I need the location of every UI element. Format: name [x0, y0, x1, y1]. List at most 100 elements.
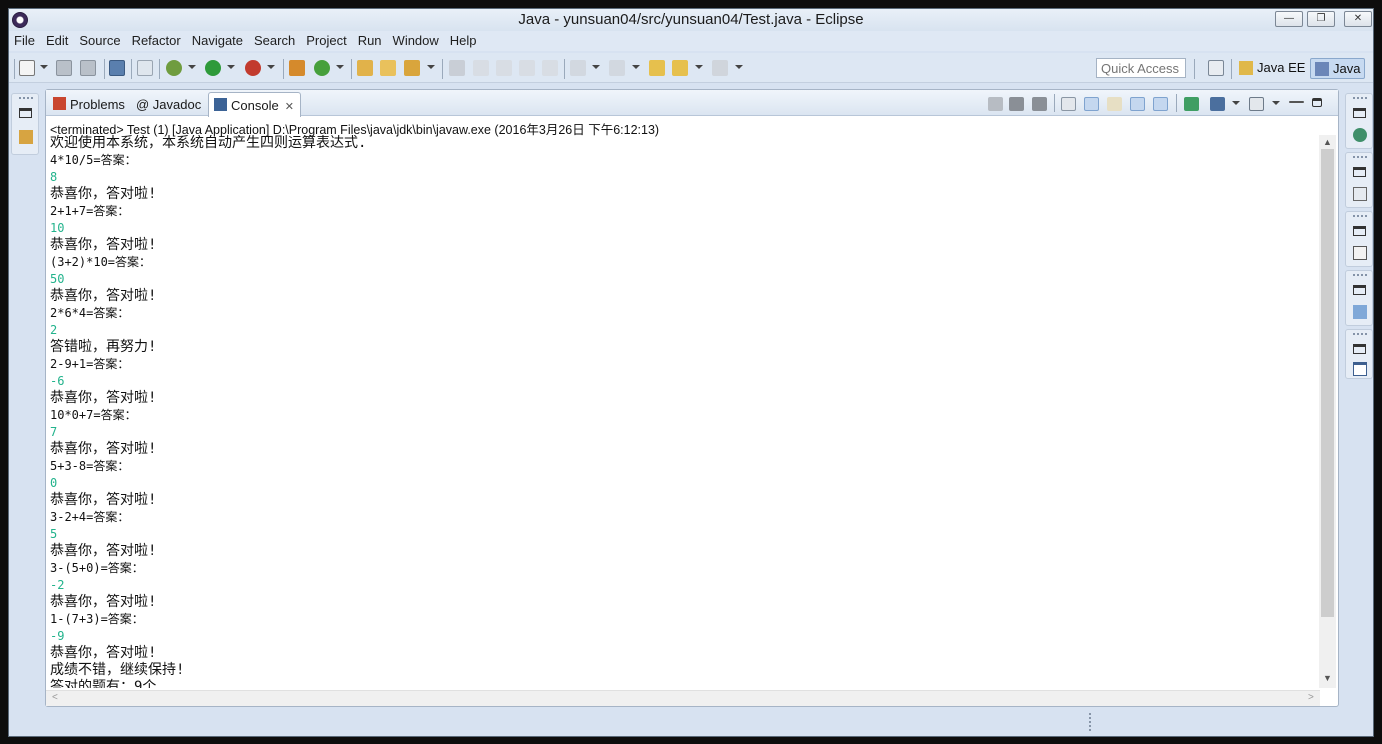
- last-edit-location-icon[interactable]: [649, 60, 665, 76]
- new-class-dropdown-icon[interactable]: [336, 65, 344, 69]
- new-java-project-icon[interactable]: [289, 60, 305, 76]
- terminal-icon[interactable]: [109, 60, 125, 76]
- task-list-icon[interactable]: [1353, 128, 1367, 142]
- display-console-dropdown-icon[interactable]: [1232, 101, 1240, 105]
- word-wrap-console-icon[interactable]: [1107, 97, 1122, 111]
- menu-window[interactable]: Window: [388, 31, 445, 48]
- trim-grip[interactable]: [1353, 333, 1367, 335]
- restore-icon[interactable]: [1353, 167, 1366, 177]
- block-selection-icon[interactable]: [496, 60, 512, 76]
- close-button[interactable]: ✕: [1344, 11, 1372, 27]
- perspective-java[interactable]: Java: [1310, 58, 1366, 79]
- menu-run[interactable]: Run: [353, 31, 388, 48]
- toggle-mark-icon[interactable]: [473, 60, 489, 76]
- forward-dropdown-icon[interactable]: [735, 65, 743, 69]
- restore-icon[interactable]: [1353, 226, 1366, 236]
- scrollbar-thumb[interactable]: [1321, 149, 1334, 617]
- vertical-scrollbar[interactable]: ▲ ▼: [1319, 135, 1336, 688]
- outline-icon[interactable]: [1353, 246, 1367, 260]
- menu-help[interactable]: Help: [445, 31, 483, 48]
- scroll-left-icon[interactable]: <: [52, 692, 58, 703]
- console-output[interactable]: 欢迎使用本系统，本系统自动产生四则运算表达式. 4*10/5=答案： 8 恭喜你，答对…: [50, 135, 1318, 688]
- console-input-line: -6: [50, 374, 65, 388]
- search-view-icon[interactable]: [1353, 187, 1367, 201]
- show-on-stdout-icon[interactable]: [1130, 97, 1145, 111]
- restore-icon[interactable]: [19, 108, 32, 118]
- menu-navigate[interactable]: Navigate: [187, 31, 249, 48]
- skip-breakpoints-icon[interactable]: [137, 60, 153, 76]
- quick-access-input[interactable]: [1096, 58, 1186, 78]
- menu-project[interactable]: Project: [301, 31, 352, 48]
- annotation-icon[interactable]: [449, 60, 465, 76]
- show-on-stderr-icon[interactable]: [1153, 97, 1168, 111]
- package-explorer-icon[interactable]: [19, 130, 33, 144]
- open-folder-icon[interactable]: [380, 60, 396, 76]
- open-type-icon[interactable]: [357, 60, 373, 76]
- debug-icon[interactable]: [166, 60, 182, 76]
- next-annotation-icon[interactable]: [570, 60, 586, 76]
- tab-console[interactable]: Console ✕: [208, 92, 301, 117]
- remove-launch-icon[interactable]: [1009, 97, 1024, 111]
- menu-search[interactable]: Search: [249, 31, 301, 48]
- open-console-icon[interactable]: [1249, 97, 1264, 111]
- scroll-right-icon[interactable]: >: [1308, 692, 1314, 703]
- hierarchy-icon[interactable]: [1353, 305, 1367, 319]
- next-annotation-dropdown-icon[interactable]: [592, 65, 600, 69]
- status-bar-grip[interactable]: [1089, 713, 1091, 731]
- previous-annotation-dropdown-icon[interactable]: [632, 65, 640, 69]
- terminate-icon[interactable]: [988, 97, 1003, 111]
- console-output-line: 2-9+1=答案：: [50, 357, 130, 371]
- new-java-class-icon[interactable]: [314, 60, 330, 76]
- menu-source[interactable]: Source: [74, 31, 126, 48]
- open-perspective-icon[interactable]: [1208, 60, 1224, 76]
- clear-console-icon[interactable]: [1061, 97, 1076, 111]
- new-icon[interactable]: [19, 60, 35, 76]
- minimize-view-icon[interactable]: [1289, 101, 1304, 103]
- display-selected-console-icon[interactable]: [1210, 97, 1225, 111]
- pin-console-icon[interactable]: [1184, 97, 1199, 111]
- restore-button[interactable]: ❐: [1307, 11, 1335, 27]
- trim-grip[interactable]: [1353, 215, 1367, 217]
- word-wrap-icon[interactable]: [519, 60, 535, 76]
- new-dropdown-icon[interactable]: [40, 65, 48, 69]
- menu-refactor[interactable]: Refactor: [127, 31, 187, 48]
- title-bar[interactable]: Java - yunsuan04/src/yunsuan04/Test.java…: [9, 9, 1373, 31]
- external-tools-icon[interactable]: [245, 60, 261, 76]
- restore-icon[interactable]: [1353, 285, 1366, 295]
- debug-dropdown-icon[interactable]: [188, 65, 196, 69]
- scroll-down-icon[interactable]: ▼: [1323, 673, 1332, 683]
- search-icon[interactable]: [404, 60, 420, 76]
- perspective-java-ee[interactable]: Java EE: [1235, 58, 1309, 79]
- remove-all-terminated-icon[interactable]: [1032, 97, 1047, 111]
- window-view-icon[interactable]: [1353, 362, 1367, 376]
- search-dropdown-icon[interactable]: [427, 65, 435, 69]
- save-all-icon[interactable]: [80, 60, 96, 76]
- back-dropdown-icon[interactable]: [695, 65, 703, 69]
- menu-edit[interactable]: Edit: [41, 31, 74, 48]
- left-trim-stack: [11, 93, 39, 155]
- trim-grip[interactable]: [1353, 97, 1367, 99]
- trim-grip[interactable]: [1353, 156, 1367, 158]
- tab-problems[interactable]: Problems: [48, 92, 131, 116]
- save-icon[interactable]: [56, 60, 72, 76]
- trim-grip[interactable]: [19, 97, 33, 99]
- open-console-dropdown-icon[interactable]: [1272, 101, 1280, 105]
- close-tab-icon[interactable]: ✕: [285, 101, 294, 113]
- trim-grip[interactable]: [1353, 274, 1367, 276]
- external-tools-dropdown-icon[interactable]: [267, 65, 275, 69]
- restore-icon[interactable]: [1353, 108, 1366, 118]
- menu-file[interactable]: File: [9, 31, 41, 48]
- minimize-button[interactable]: —: [1275, 11, 1303, 27]
- tab-javadoc[interactable]: @ Javadoc: [130, 92, 207, 116]
- run-dropdown-icon[interactable]: [227, 65, 235, 69]
- previous-annotation-icon[interactable]: [609, 60, 625, 76]
- scroll-up-icon[interactable]: ▲: [1323, 137, 1332, 147]
- scroll-lock-icon[interactable]: [1084, 97, 1099, 111]
- show-whitespace-icon[interactable]: [542, 60, 558, 76]
- restore-icon[interactable]: [1353, 344, 1366, 354]
- run-icon[interactable]: [205, 60, 221, 76]
- back-icon[interactable]: [672, 60, 688, 76]
- horizontal-scrollbar[interactable]: < >: [46, 690, 1320, 706]
- maximize-view-icon[interactable]: [1312, 98, 1322, 107]
- forward-icon[interactable]: [712, 60, 728, 76]
